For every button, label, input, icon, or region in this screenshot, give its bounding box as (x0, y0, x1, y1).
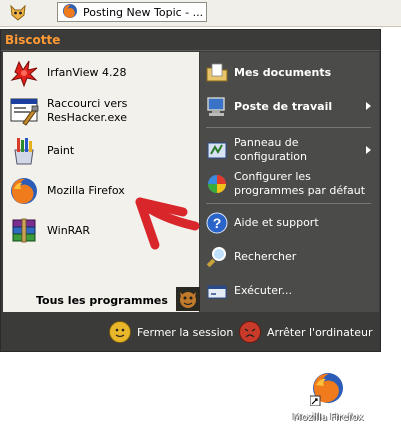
program-winrar[interactable]: WinRAR (9, 216, 90, 246)
program-label: Mozilla Firefox (47, 184, 125, 197)
place-label: Aide et support (234, 216, 319, 229)
places-pane: Mes documents Poste de travail Panneau d… (200, 52, 379, 312)
program-label: IrfanView 4.28 (47, 66, 127, 79)
desktop-shortcut-label: Mozilla Firefox (292, 412, 364, 423)
program-label: Raccourci vers ResHacker.exe (47, 97, 128, 124)
program-firefox[interactable]: Mozilla Firefox (9, 176, 125, 206)
shutdown-icon (239, 321, 261, 343)
all-programs-icon (175, 287, 200, 314)
search-icon (206, 246, 228, 268)
shutdown-button[interactable]: Arrêter l'ordinateur (239, 321, 372, 343)
place-search[interactable]: Rechercher (206, 246, 296, 268)
place-help-support[interactable]: ? Aide et support (206, 212, 319, 234)
program-label: Paint (47, 144, 75, 157)
logoff-button[interactable]: Fermer la session (109, 321, 233, 343)
submenu-arrow-icon (366, 102, 371, 110)
desktop-shortcut-firefox[interactable]: Mozilla Firefox (283, 370, 373, 423)
paint-icon (9, 136, 39, 166)
shutdown-label: Arrêter l'ordinateur (267, 325, 373, 339)
firefox-shortcut-icon (309, 370, 346, 409)
user-name: Biscotte (1, 30, 380, 51)
help-icon: ? (206, 212, 228, 234)
place-default-programs[interactable]: Configurer les programmes par défaut (206, 170, 365, 198)
divider (206, 203, 371, 204)
documents-folder-icon (206, 62, 228, 84)
irfanview-icon (9, 58, 39, 88)
all-programs-label: Tous les programmes (36, 294, 168, 307)
run-icon (206, 280, 228, 302)
taskbar: Posting New Topic - ... (0, 0, 401, 27)
place-label: Poste de travail (234, 100, 333, 113)
place-run[interactable]: Exécuter... (206, 280, 292, 302)
control-panel-icon (206, 139, 228, 161)
place-my-computer[interactable]: Poste de travail (206, 96, 332, 118)
place-label: Panneau de configuration (234, 136, 307, 163)
place-label: Mes documents (234, 66, 332, 79)
reshacker-icon (9, 96, 39, 126)
logoff-label: Fermer la session (137, 325, 234, 339)
taskbar-window-button[interactable]: Posting New Topic - ... (57, 2, 207, 22)
place-label: Rechercher (234, 250, 297, 263)
winrar-icon (9, 216, 39, 246)
start-menu: Biscotte IrfanView 4.28 Raccourci vers R… (0, 29, 381, 352)
place-label: Configurer les programmes par défaut (234, 170, 366, 197)
firefox-icon (62, 3, 78, 22)
place-my-documents[interactable]: Mes documents (206, 62, 331, 84)
logoff-icon (109, 321, 131, 343)
firefox-icon (9, 176, 39, 206)
program-label: WinRAR (47, 224, 91, 237)
computer-icon (206, 96, 228, 118)
mascot-icon[interactable] (8, 3, 28, 23)
place-label: Exécuter... (234, 284, 292, 297)
submenu-arrow-icon (366, 146, 371, 154)
default-programs-icon (206, 173, 228, 195)
program-irfanview[interactable]: IrfanView 4.28 (9, 58, 126, 88)
program-paint[interactable]: Paint (9, 136, 74, 166)
svg-text:?: ? (213, 215, 222, 231)
divider (206, 127, 371, 128)
window-title: Posting New Topic - ... (83, 5, 204, 19)
pinned-programs-pane: IrfanView 4.28 Raccourci vers ResHacker.… (3, 52, 199, 312)
program-reshacker[interactable]: Raccourci vers ResHacker.exe (9, 96, 127, 126)
place-control-panel[interactable]: Panneau de configuration (206, 136, 307, 164)
all-programs-button[interactable]: Tous les programmes (36, 287, 200, 314)
